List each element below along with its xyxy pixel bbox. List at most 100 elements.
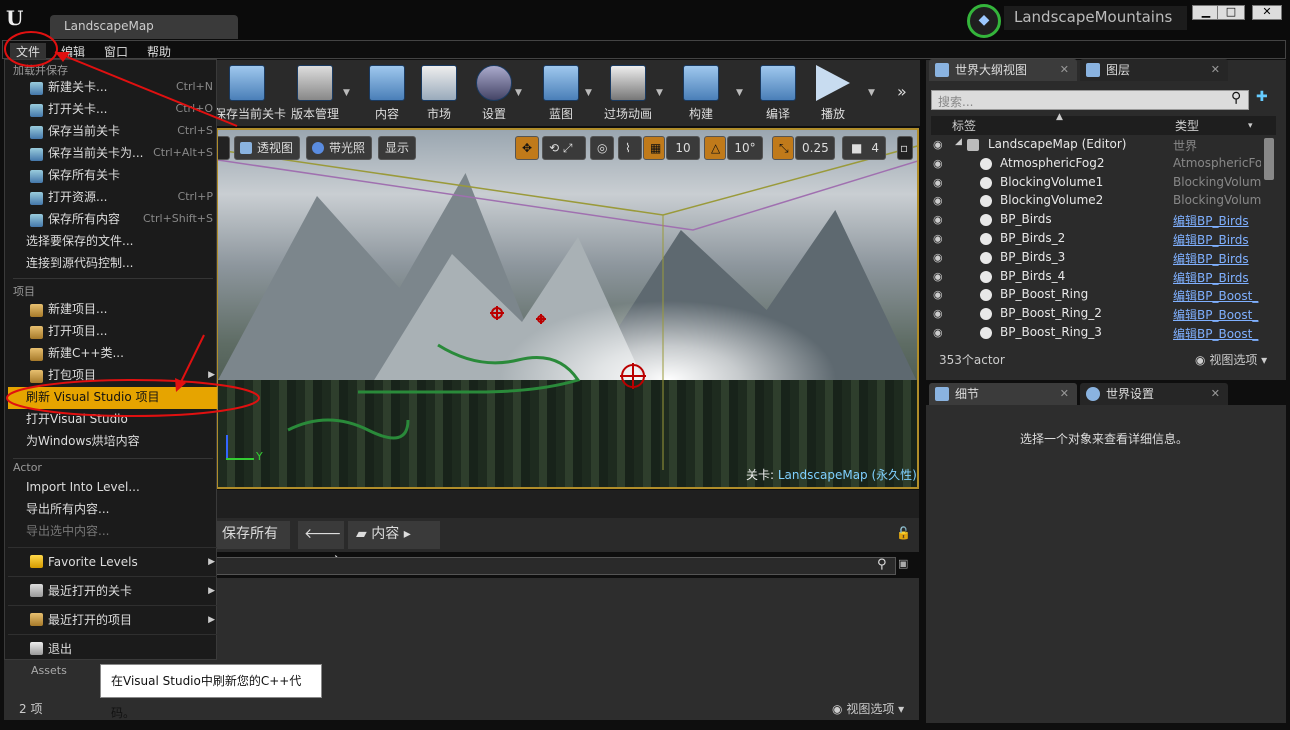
menu-edit[interactable]: 编辑 bbox=[61, 43, 85, 60]
rotate-scale-tools-icon[interactable]: ⟲ ⤢ bbox=[542, 136, 586, 160]
level-viewport[interactable]: 透视图 带光照 显示 ✥ ⟲ ⤢ ◎ ⌇ ▦ 10 △ 10° ⤡ 0.25 ■… bbox=[216, 128, 919, 489]
outliner-row[interactable]: ◉ BlockingVolume2 BlockingVolume bbox=[931, 192, 1261, 211]
chevron-down-icon[interactable]: ▼ bbox=[736, 88, 743, 98]
row-type[interactable]: 编辑BP_Birds bbox=[1173, 250, 1249, 267]
outliner-row[interactable]: ◉ ◢ LandscapeMap (Editor) 世界 bbox=[931, 136, 1261, 155]
menu-item-load-save[interactable]: 连接到源代码控制... bbox=[8, 253, 217, 275]
tab-layers[interactable]: 图层 ✕ bbox=[1080, 59, 1228, 81]
folder-assets[interactable]: Assets bbox=[31, 664, 67, 677]
outliner-row[interactable]: ◉ BP_Boost_Ring_2 编辑BP_Boost_ bbox=[931, 305, 1261, 324]
chevron-down-icon[interactable]: ▼ bbox=[656, 88, 663, 98]
close-icon[interactable]: ✕ bbox=[1211, 383, 1220, 405]
chevron-down-icon[interactable]: ▾ bbox=[1248, 121, 1253, 131]
lit-mode-button[interactable]: 带光照 bbox=[306, 136, 373, 160]
search-icon[interactable]: ⚲ bbox=[877, 557, 887, 572]
row-type[interactable]: 编辑BP_Birds bbox=[1173, 269, 1249, 286]
refresh-visual-studio-project-item[interactable]: 刷新 Visual Studio 项目 bbox=[8, 387, 217, 409]
minimize-button[interactable]: ▁ bbox=[1192, 5, 1220, 20]
grid-snap-value[interactable]: 10 bbox=[666, 136, 700, 160]
menu-item-extra[interactable]: 退出 bbox=[8, 634, 217, 662]
marketplace-button[interactable]: 市场 bbox=[409, 62, 469, 124]
menu-item-load-save[interactable]: 保存所有关卡 bbox=[8, 165, 217, 187]
menu-item-project[interactable]: 打包项目 ▶ bbox=[8, 365, 217, 387]
menu-item-project[interactable]: 打开Visual Studio bbox=[8, 409, 217, 431]
blueprints-button[interactable]: 蓝图 bbox=[531, 62, 591, 124]
menu-help[interactable]: 帮助 bbox=[147, 43, 171, 60]
close-icon[interactable]: ✕ bbox=[1211, 59, 1220, 81]
menu-item-project[interactable]: 新建项目... bbox=[8, 299, 217, 321]
lock-icon[interactable]: 🔓 bbox=[896, 526, 911, 540]
play-button[interactable]: 播放 bbox=[803, 62, 863, 124]
eye-icon[interactable]: ◉ bbox=[933, 251, 943, 264]
maximize-button[interactable]: □ bbox=[1217, 5, 1245, 20]
maximize-viewport-icon[interactable]: ▫ bbox=[897, 136, 913, 160]
tab-details[interactable]: 细节 ✕ bbox=[929, 383, 1077, 405]
close-button[interactable]: ✕ bbox=[1252, 5, 1282, 20]
surface-snap-icon[interactable]: ⌇ bbox=[618, 136, 642, 160]
menu-item-extra[interactable]: 最近打开的项目 ▶ bbox=[8, 605, 217, 633]
menu-item-actor[interactable]: Import Into Level... bbox=[8, 477, 217, 499]
eye-icon[interactable]: ◉ bbox=[933, 157, 943, 170]
outliner-search-input[interactable]: 搜索... bbox=[931, 90, 1249, 110]
menu-item-project[interactable]: 打开项目... bbox=[8, 321, 217, 343]
show-button[interactable]: 显示 bbox=[378, 136, 417, 160]
menu-item-extra[interactable]: Favorite Levels ▶ bbox=[8, 547, 217, 575]
menu-item-load-save[interactable]: 新建关卡... Ctrl+N bbox=[8, 77, 217, 99]
eye-icon[interactable]: ◉ bbox=[933, 138, 943, 151]
row-type[interactable]: 编辑BP_Birds bbox=[1173, 212, 1249, 229]
menu-item-project[interactable]: 为Windows烘培内容 bbox=[8, 431, 217, 453]
outliner-row[interactable]: ◉ BP_Boost_Ring_3 编辑BP_Boost_ bbox=[931, 324, 1261, 342]
rotation-snap-value[interactable]: 10° bbox=[727, 136, 763, 160]
menu-item-load-save[interactable]: 保存当前关卡为... Ctrl+Alt+S bbox=[8, 143, 217, 165]
menu-item-load-save[interactable]: 保存所有内容 Ctrl+Shift+S bbox=[8, 209, 217, 231]
player-start-marker[interactable] bbox=[490, 306, 504, 320]
viewport-options-button[interactable] bbox=[218, 136, 230, 160]
translate-tool-icon[interactable]: ✥ bbox=[515, 136, 539, 160]
compile-button[interactable]: 编译 bbox=[748, 62, 808, 124]
grid-snap-icon[interactable]: ▦ bbox=[643, 136, 665, 160]
save-current-level-button[interactable]: 保存当前关卡 bbox=[214, 62, 286, 124]
outliner-row[interactable]: ◉ BP_Birds_4 编辑BP_Birds bbox=[931, 268, 1261, 287]
eye-icon[interactable]: ◉ bbox=[933, 232, 943, 245]
eye-icon[interactable]: ◉ bbox=[933, 176, 943, 189]
close-icon[interactable]: ✕ bbox=[1060, 59, 1069, 81]
camera-speed-button[interactable]: ■ 4 bbox=[842, 136, 886, 160]
cinematics-button[interactable]: 过场动画 bbox=[598, 62, 658, 124]
row-type[interactable]: 编辑BP_Birds bbox=[1173, 231, 1249, 248]
content-button[interactable]: 内容 bbox=[357, 62, 417, 124]
column-label[interactable]: 标签 bbox=[952, 117, 976, 134]
save-all-button[interactable]: 保存所有 bbox=[216, 521, 290, 549]
view-options-button[interactable]: ◉ 视图选项 ▾ bbox=[832, 700, 904, 717]
eye-icon[interactable]: ◉ bbox=[933, 288, 943, 301]
search-icon[interactable]: ⚲ bbox=[1231, 90, 1241, 106]
eye-icon[interactable]: ◉ bbox=[933, 213, 943, 226]
menu-item-extra[interactable]: 最近打开的关卡 ▶ bbox=[8, 576, 217, 604]
menu-item-actor[interactable]: 导出所有内容... bbox=[8, 499, 217, 521]
breadcrumb[interactable]: ▰ 内容 ▸ bbox=[348, 521, 440, 549]
outliner-view-options-button[interactable]: ◉ 视图选项 ▾ bbox=[1195, 351, 1267, 368]
outliner-row[interactable]: ◉ BP_Boost_Ring 编辑BP_Boost_ bbox=[931, 286, 1261, 305]
row-type[interactable]: 编辑BP_Boost_ bbox=[1173, 325, 1258, 342]
rotation-snap-icon[interactable]: △ bbox=[704, 136, 726, 160]
perspective-button[interactable]: 透视图 bbox=[234, 136, 301, 160]
history-nav[interactable]: 🡐 🡒 bbox=[298, 521, 344, 568]
player-start-marker[interactable] bbox=[536, 314, 546, 324]
build-button[interactable]: 构建 bbox=[671, 62, 731, 124]
eye-icon[interactable]: ◉ bbox=[933, 326, 943, 339]
outliner-row[interactable]: ◉ AtmosphericFog2 AtmosphericFog bbox=[931, 155, 1261, 174]
column-type[interactable]: 类型 bbox=[1175, 117, 1199, 134]
close-icon[interactable]: ✕ bbox=[1060, 383, 1069, 405]
world-space-globe-icon[interactable]: ◎ bbox=[590, 136, 614, 160]
level-document-tab[interactable]: LandscapeMap bbox=[50, 15, 238, 39]
source-control-button[interactable]: 版本管理 bbox=[285, 62, 345, 124]
chevron-down-icon[interactable]: ▼ bbox=[343, 88, 350, 98]
row-type[interactable]: 编辑BP_Boost_ bbox=[1173, 287, 1258, 304]
eye-icon[interactable]: ◉ bbox=[933, 307, 943, 320]
menu-item-load-save[interactable]: 打开资源... Ctrl+P bbox=[8, 187, 217, 209]
eye-icon[interactable]: ◉ bbox=[933, 270, 943, 283]
back-arrow-icon[interactable]: 🡐 bbox=[304, 526, 342, 542]
scale-snap-icon[interactable]: ⤡ bbox=[772, 136, 794, 160]
eye-icon[interactable]: ◉ bbox=[933, 194, 943, 207]
chevron-down-icon[interactable]: ▼ bbox=[515, 88, 522, 98]
outliner-row[interactable]: ◉ BP_Birds_2 编辑BP_Birds bbox=[931, 230, 1261, 249]
